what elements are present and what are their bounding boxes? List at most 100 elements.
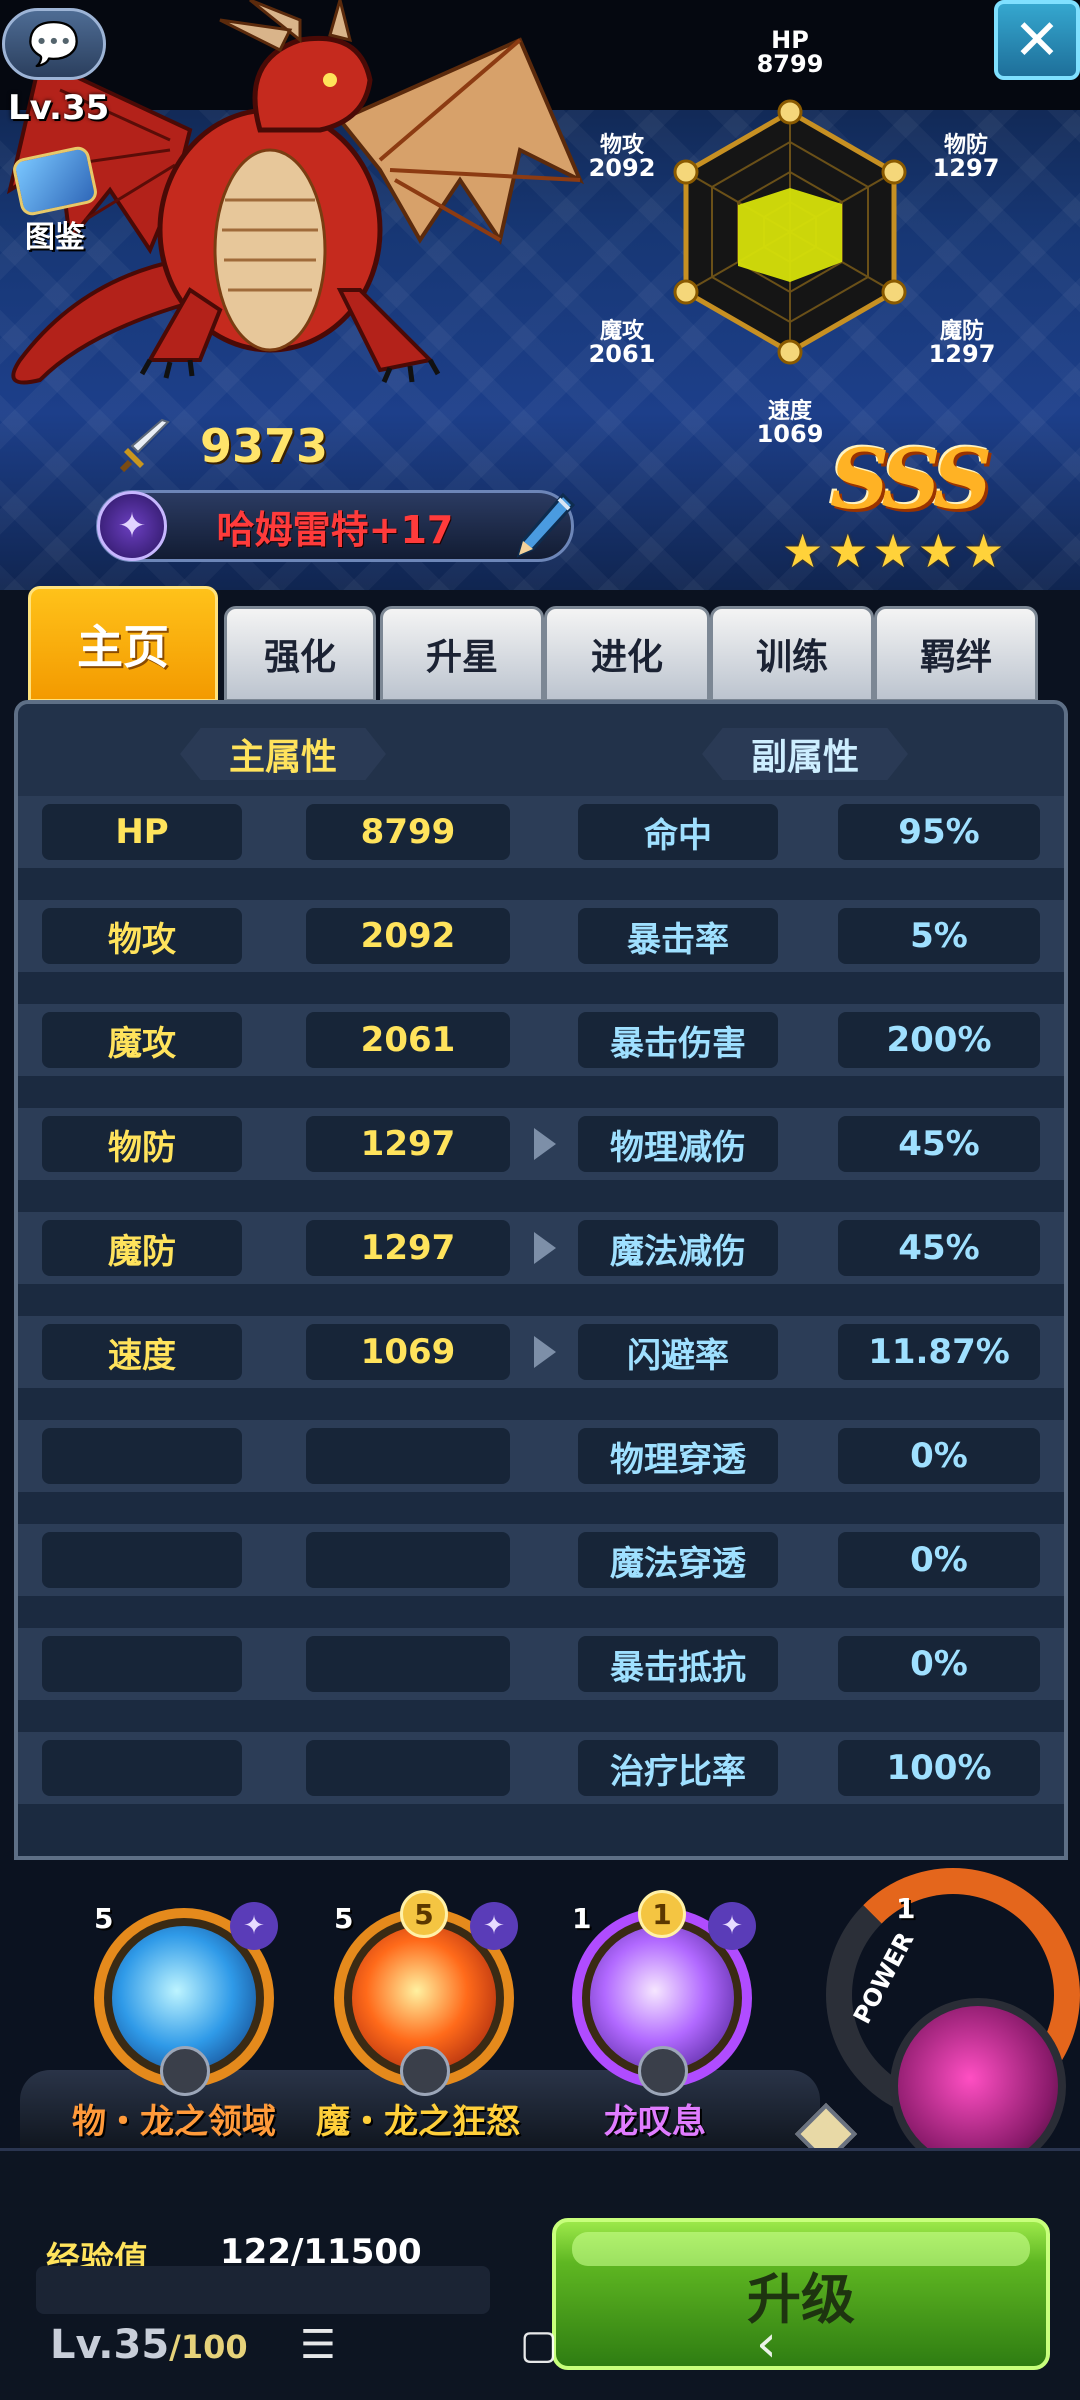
stat-row-spacer <box>18 1700 1064 1732</box>
sub-stat-name: 魔法穿透 <box>578 1532 778 1588</box>
skill-name: 龙叹息 <box>604 2102 706 2142</box>
tab-evolve[interactable]: 进化 <box>544 606 710 702</box>
tab-star-up[interactable]: 升星 <box>380 606 544 702</box>
main-stat-name: 速度 <box>42 1324 242 1380</box>
skill-slot-1[interactable]: 5 ✦ <box>94 1902 278 2096</box>
main-stat-value <box>306 1532 510 1588</box>
tab-bar: 主页 强化 升星 进化 训练 羁绊 <box>28 586 1052 702</box>
sub-stat-value: 45% <box>838 1116 1040 1172</box>
stat-row-spacer <box>18 868 1064 900</box>
star-icon: ★ <box>827 524 869 578</box>
radar-pdef-value: 1297 <box>933 154 998 182</box>
sub-stat-name: 物理穿透 <box>578 1428 778 1484</box>
radar-speed-value: 1069 <box>757 420 824 448</box>
sub-stat-value: 200% <box>838 1012 1040 1068</box>
skill-star-badge: 5 <box>400 1890 448 1938</box>
stat-row: 暴击抵抗 0% <box>18 1628 1064 1700</box>
sub-attributes-title: 副属性 <box>702 728 908 780</box>
star-icon: ★ <box>963 524 1005 578</box>
sub-stat-name: 暴击伤害 <box>578 1012 778 1068</box>
skill-star-badge: 1 <box>638 1890 686 1938</box>
weapon-icon <box>160 2046 210 2096</box>
tab-train[interactable]: 训练 <box>710 606 874 702</box>
chat-button[interactable]: 💬 <box>2 8 106 80</box>
skill-slot-2[interactable]: 5 5 ✦ <box>334 1890 518 2096</box>
sub-stat-value: 11.87% <box>838 1324 1040 1380</box>
stat-row-spacer <box>18 1804 1064 1856</box>
stat-row: 物防 1297 物理减伤 45% <box>18 1108 1064 1180</box>
codex-button[interactable]: 图鉴 <box>10 144 100 255</box>
main-stat-name: 魔攻 <box>42 1012 242 1068</box>
hero-banner: 💬 Lv.35 图鉴 HP 8799 物攻 2092 物防 1297 魔攻 20… <box>0 0 1080 590</box>
sub-stat-value: 0% <box>838 1428 1040 1484</box>
main-attributes-title: 主属性 <box>180 728 386 780</box>
menu-icon[interactable]: ☰ <box>300 2322 336 2368</box>
dragon-claw-icon: ✦ <box>230 1902 278 1950</box>
main-stat-name: 魔防 <box>42 1220 242 1276</box>
radar-matk-value: 2061 <box>589 340 656 368</box>
weapon-icon <box>400 2046 450 2096</box>
sub-stat-name: 魔法减伤 <box>578 1220 778 1276</box>
tab-bond[interactable]: 羁绊 <box>874 606 1038 702</box>
arrow-right-icon <box>534 1232 556 1264</box>
arrow-right-icon <box>534 1128 556 1160</box>
stat-row: 物理穿透 0% <box>18 1420 1064 1492</box>
rename-pencil-icon[interactable] <box>511 489 577 563</box>
chat-bubble-icon: 💬 <box>27 19 81 68</box>
radar-mdef-value: 1297 <box>929 340 996 368</box>
stat-row: 速度 1069 闪避率 11.87% <box>18 1316 1064 1388</box>
tab-home[interactable]: 主页 <box>28 586 218 702</box>
main-stat-name <box>42 1532 242 1588</box>
stat-row: 魔法穿透 0% <box>18 1524 1064 1596</box>
home-icon[interactable]: ▢ <box>520 2322 558 2368</box>
main-stat-name: 物防 <box>42 1116 242 1172</box>
star-icon: ★ <box>872 524 914 578</box>
main-stat-value: 8799 <box>306 804 510 860</box>
stat-row: 魔攻 2061 暴击伤害 200% <box>18 1004 1064 1076</box>
main-stat-value: 1069 <box>306 1324 510 1380</box>
sub-stat-value: 95% <box>838 804 1040 860</box>
weapon-icon <box>638 2046 688 2096</box>
hero-name: 哈姆雷特+17 <box>216 507 454 552</box>
tab-enhance[interactable]: 强化 <box>224 606 376 702</box>
main-stat-value: 2061 <box>306 1012 510 1068</box>
main-stat-value <box>306 1428 510 1484</box>
sub-stat-value: 45% <box>838 1220 1040 1276</box>
stat-row-spacer <box>18 1180 1064 1212</box>
stat-row-spacer <box>18 1284 1064 1316</box>
sub-stat-name: 物理减伤 <box>578 1116 778 1172</box>
star-rating: ★ ★ ★ ★ ★ <box>782 524 1004 578</box>
stat-row: 治疗比率 100% <box>18 1732 1064 1804</box>
power-skill-level: 1 <box>896 1892 916 1925</box>
stat-row: HP 8799 命中 95% <box>18 796 1064 868</box>
main-stat-value: 1297 <box>306 1220 510 1276</box>
back-icon[interactable]: ‹ <box>756 2314 777 2374</box>
dragon-claw-icon: ✦ <box>470 1902 518 1950</box>
skill-level: 5 <box>334 1902 354 1935</box>
power-skill[interactable]: POWER 1 吞噬 <box>826 1868 1080 2214</box>
system-nav-bar: ☰ ▢ ‹ <box>0 2300 1080 2400</box>
sword-icon <box>119 418 170 473</box>
stat-row-spacer <box>18 1492 1064 1524</box>
skill-name: 物・龙之领域 <box>72 2102 276 2142</box>
radar-patk-value: 2092 <box>589 154 656 182</box>
main-stat-name: 物攻 <box>42 908 242 964</box>
stats-panel: 主属性 副属性 HP 8799 命中 95% 物攻 2092 暴击率 5% 魔攻… <box>14 700 1068 1860</box>
radar-hp-value: 8799 <box>757 50 824 78</box>
codex-label: 图鉴 <box>25 220 85 255</box>
skill-slot-3[interactable]: 1 1 ✦ <box>572 1890 756 2096</box>
sub-stat-value: 5% <box>838 908 1040 964</box>
close-button[interactable]: ✕ <box>994 0 1080 80</box>
main-stat-name: HP <box>42 804 242 860</box>
sub-stat-name: 暴击抵抗 <box>578 1636 778 1692</box>
sub-stat-value: 0% <box>838 1636 1040 1692</box>
main-stat-name <box>42 1428 242 1484</box>
stat-row: 魔防 1297 魔法减伤 45% <box>18 1212 1064 1284</box>
close-icon: ✕ <box>1013 7 1061 73</box>
rank-badge: SSS <box>830 432 992 528</box>
sub-stat-name: 闪避率 <box>578 1324 778 1380</box>
hero-level: Lv.35 <box>8 88 110 128</box>
star-icon: ★ <box>917 524 959 578</box>
sub-stat-name: 命中 <box>578 804 778 860</box>
combat-power-value: 9373 <box>200 419 329 473</box>
